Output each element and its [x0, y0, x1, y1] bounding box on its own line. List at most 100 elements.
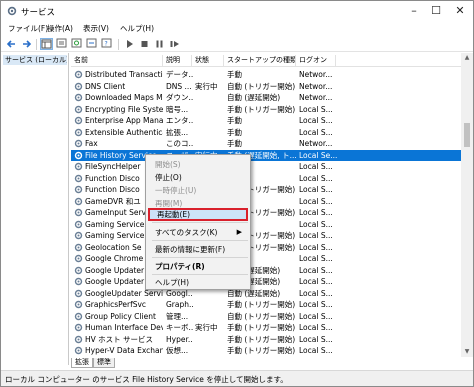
context-menu-restart[interactable]: 再起動(E): [148, 208, 248, 221]
tree-item-services-local[interactable]: サービス (ローカル): [3, 55, 67, 65]
service-name-cell: Hyper-V Data Exchan...: [85, 346, 163, 355]
service-status-cell: [195, 92, 225, 103]
service-desc-cell: 仮想...: [166, 346, 189, 355]
menu-view[interactable]: 表示(V): [83, 23, 109, 34]
restart-icon[interactable]: [168, 38, 181, 50]
service-desc-cell: ダウン...: [166, 93, 193, 102]
services-window: サービス – ☐ ✕ ファイル(F) 操作(A) 表示(V) ヘルプ(H) ? …: [0, 0, 474, 387]
service-row[interactable]: GraphicsPerfSvc Graph... 手動 (トリガー開始)Local …: [71, 299, 461, 310]
help-icon[interactable]: ?: [101, 38, 114, 50]
stop-icon[interactable]: [138, 38, 151, 50]
service-row[interactable]: File History Serviceユーザ...実行中手動 (遅延開始, ト…: [71, 149, 461, 161]
service-row[interactable]: Hyper-V Data Exchan... 仮想... 手動 (トリガー開始) Lo…: [71, 345, 461, 356]
service-gear-icon: [74, 139, 83, 148]
service-logon-cell: Local S...: [299, 346, 333, 355]
service-gear-icon: [74, 128, 83, 136]
service-gear-icon: [74, 93, 83, 102]
service-gear-icon: [74, 105, 83, 113]
export-icon[interactable]: [86, 38, 99, 50]
minimize-button[interactable]: –: [403, 1, 425, 21]
tab-extended[interactable]: 拡張: [71, 358, 93, 368]
service-row[interactable]: Human Interface Devi...キーボ...実行中手動 (トリガー…: [71, 322, 461, 333]
service-status-cell: [195, 69, 225, 80]
service-logon-cell: Local S...: [299, 265, 333, 275]
menu-action[interactable]: 操作(A): [47, 23, 73, 34]
console-tree-icon[interactable]: [40, 38, 53, 50]
service-status-cell: [195, 299, 225, 310]
close-button[interactable]: ✕: [449, 1, 471, 21]
column-header-startup-type[interactable]: スタートアップの種類: [224, 55, 296, 67]
context-menu-start[interactable]: 開始(S): [148, 158, 248, 171]
service-logon-cell: Networ...: [299, 70, 333, 79]
service-row[interactable]: Distributed Transactio...データ... 手動 Networ.…: [71, 69, 461, 80]
context-menu-stop[interactable]: 停止(O): [148, 171, 248, 184]
service-logon-cell: Local S...: [299, 231, 333, 240]
column-header-status[interactable]: 状態: [192, 55, 224, 67]
service-row[interactable]: Extensible Authentica...拡張... 手動 Local S..…: [71, 127, 461, 138]
services-gear-icon: [7, 6, 17, 16]
service-row[interactable]: Fax このコ... 手動 Networ...: [71, 138, 461, 149]
column-header-logon[interactable]: ログオン: [296, 55, 336, 67]
context-menu-help[interactable]: ヘルプ(H): [148, 276, 248, 289]
service-startup-cell: 自動 (遅延開始): [227, 93, 281, 102]
forward-arrow-icon[interactable]: [20, 38, 33, 50]
scroll-thumb[interactable]: [464, 123, 470, 147]
service-row[interactable]: DNS Client DNS ... 実行中 自動 (トリガー開始) Networ...: [71, 81, 461, 92]
service-row[interactable]: FileSyncHelper手動Local S...: [71, 161, 461, 172]
service-row[interactable]: Gaming Service手動Local S...: [71, 219, 461, 230]
menu-bar: ファイル(F) 操作(A) 表示(V) ヘルプ(H): [1, 21, 473, 36]
service-row[interactable]: Enterprise App Mana... エンタ... 手動 Local S...: [71, 115, 461, 126]
context-menu-all-tasks-label: すべてのタスク(K): [155, 228, 218, 237]
context-menu-properties[interactable]: プロパティ(R): [148, 260, 248, 273]
service-startup-cell: 手動: [227, 139, 242, 148]
status-bar: ローカル コンピューター のサービス File History Service …: [1, 370, 473, 386]
menu-help[interactable]: ヘルプ(H): [120, 23, 154, 34]
service-row[interactable]: Gaming Service 自動 (トリガー開始) Local S...: [71, 230, 461, 241]
column-header-name[interactable]: 名前: [71, 55, 163, 67]
tab-standard[interactable]: 標準: [93, 358, 115, 368]
column-header-description[interactable]: 説明: [163, 55, 192, 67]
service-logon-cell: Local S...: [299, 311, 333, 321]
service-status-cell: [195, 127, 225, 138]
service-logon-cell: Local S...: [299, 334, 333, 344]
refresh-icon[interactable]: [71, 38, 84, 50]
service-row[interactable]: Function Disco 手動 (トリガー開始) Local S...: [71, 184, 461, 195]
service-row[interactable]: GameDVR 和ユ手動Local S...: [71, 196, 461, 207]
service-row[interactable]: HV ホスト サービス Hyper... 手動 (トリガー開始) Local S...: [71, 334, 461, 345]
context-menu-refresh[interactable]: 最新の情報に更新(F): [148, 243, 248, 256]
service-row[interactable]: Group Policy Client 管理... 自動 (トリガー開始) Local…: [71, 311, 461, 322]
properties-icon[interactable]: [56, 38, 69, 50]
service-gear-icon: [74, 220, 83, 228]
maximize-button[interactable]: ☐: [425, 1, 447, 21]
service-gear-icon: [74, 277, 83, 286]
service-gear-icon: [74, 70, 83, 79]
title-bar: サービス – ☐ ✕: [1, 1, 473, 21]
scroll-down-icon[interactable]: ▼: [461, 347, 473, 357]
vertical-scrollbar[interactable]: ▲ ▼: [461, 53, 473, 357]
context-menu-all-tasks[interactable]: すべてのタスク(K) ▶: [148, 226, 248, 239]
service-logon-cell: Local S...: [299, 127, 333, 137]
service-row[interactable]: Downloaded Maps M... ダウン... 自動 (遅延開始) Netwo…: [71, 92, 461, 103]
service-status-cell: 実行中: [195, 81, 218, 91]
service-status-cell: [195, 345, 225, 356]
service-row[interactable]: Google Updater 自動 (遅延開始) Local S...: [71, 265, 461, 276]
menu-file[interactable]: ファイル(F): [8, 23, 48, 34]
service-row[interactable]: Geolocation Se 手動 (トリガー開始) Local S...: [71, 242, 461, 253]
service-row[interactable]: Google Chrome手動Local S...: [71, 253, 461, 264]
service-row[interactable]: GoogleUpdater Service...Googl...自動 (遅延開始…: [71, 288, 461, 299]
service-gear-icon: [74, 346, 83, 355]
service-row[interactable]: Encrypting File Syste... 暗号... 手動 (トリガー開始)…: [71, 104, 461, 115]
service-name-cell: Group Policy Client: [85, 311, 156, 321]
back-arrow-icon[interactable]: [5, 38, 18, 50]
service-row[interactable]: Function Disco手動Local S...: [71, 173, 461, 184]
service-row[interactable]: Google Updater 自動 (遅延開始) Local S...: [71, 276, 461, 287]
service-desc-cell: 管理...: [166, 311, 189, 321]
service-row[interactable]: GameInput Serv 手動 (トリガー開始) Local S...: [71, 207, 461, 218]
context-menu-pause[interactable]: 一時停止(U): [148, 184, 248, 197]
start-icon[interactable]: [123, 38, 136, 50]
pause-icon[interactable]: [153, 38, 166, 50]
service-gear-icon: [74, 82, 83, 90]
scroll-up-icon[interactable]: ▲: [461, 53, 473, 63]
service-logon-cell: Local S...: [299, 116, 333, 125]
service-name-cell: Extensible Authentica...: [85, 127, 163, 137]
